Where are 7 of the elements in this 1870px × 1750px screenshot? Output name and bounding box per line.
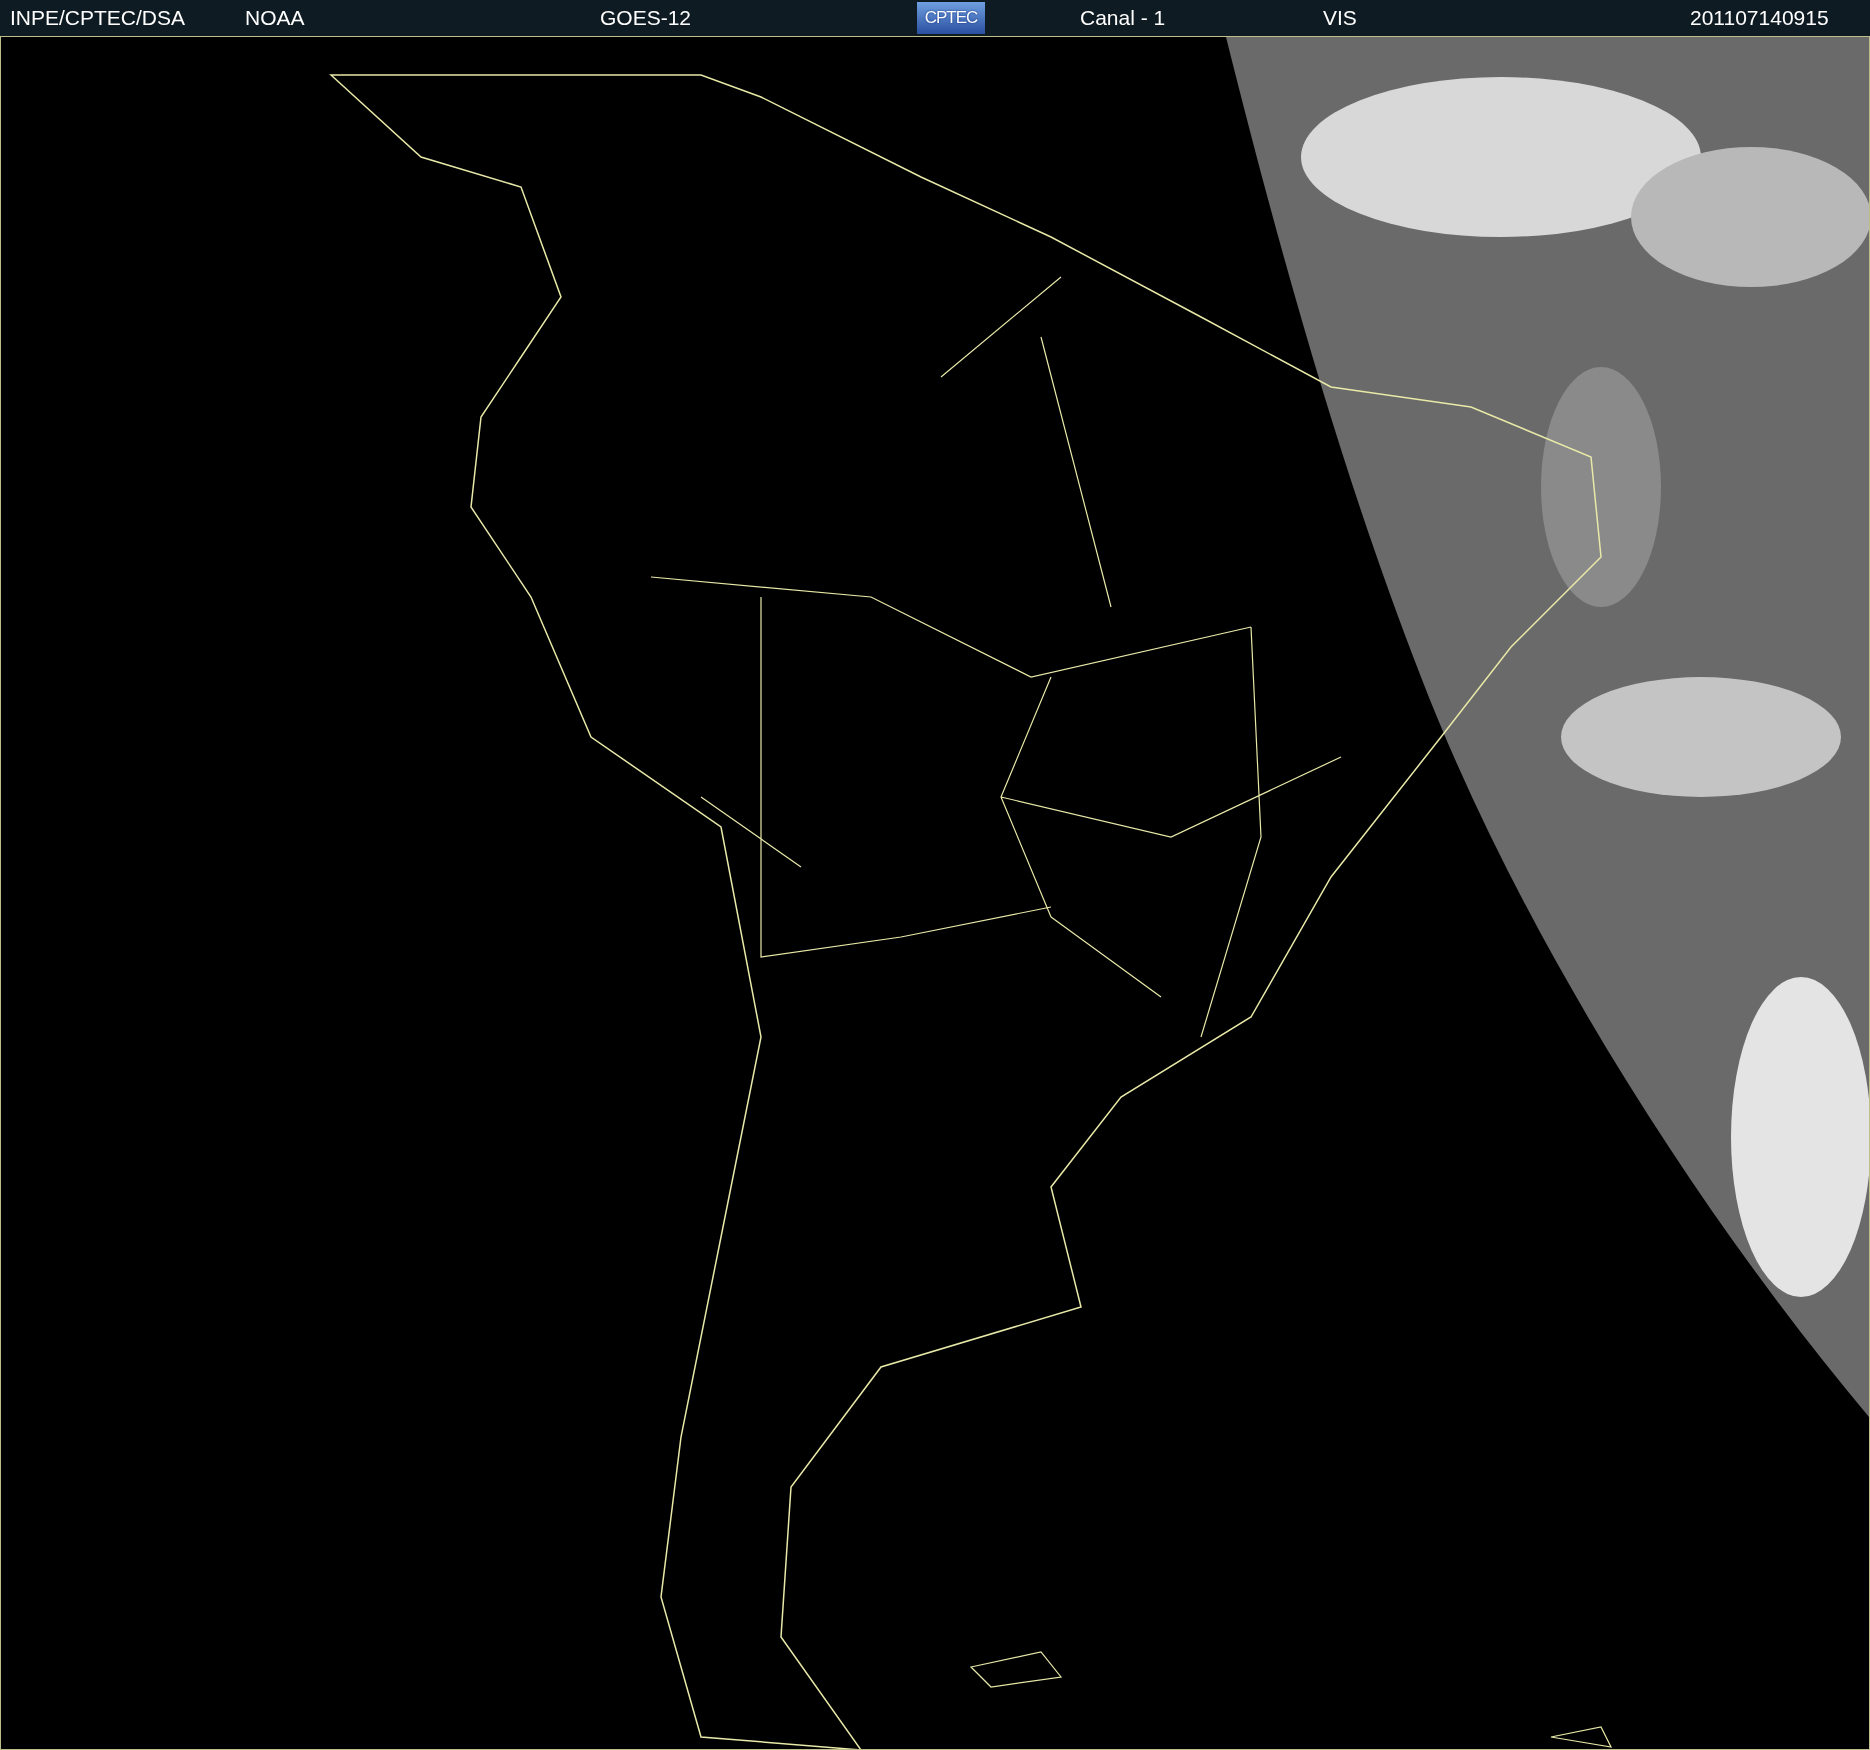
satellite-label: GOES-12: [600, 6, 693, 30]
agency-label: NOAA: [245, 6, 306, 30]
band-label: VIS: [1323, 6, 1358, 30]
source-label: INPE/CPTEC/DSA: [10, 6, 187, 30]
logo: CPTEC: [917, 2, 985, 34]
channel-label: Canal - 1: [1080, 6, 1167, 30]
timestamp-label: 201107140915: [1690, 6, 1830, 30]
